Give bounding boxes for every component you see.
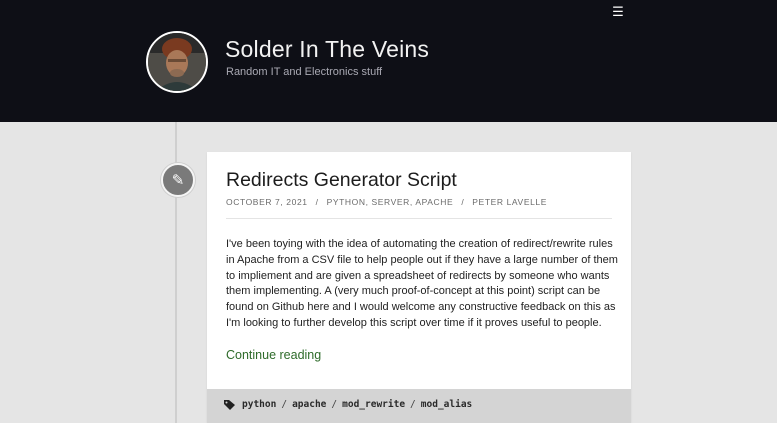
site-header: ☰ Solder In The Veins Random IT and Elec… xyxy=(0,0,777,122)
hamburger-menu-icon[interactable]: ☰ xyxy=(606,3,630,23)
post-excerpt: I've been toying with the idea of automa… xyxy=(226,238,618,329)
post-title[interactable]: Redirects Generator Script xyxy=(226,169,457,192)
site-tagline: Random IT and Electronics stuff xyxy=(226,66,383,78)
post-author[interactable]: PETER LAVELLE xyxy=(472,197,547,207)
tag-separator: / xyxy=(281,399,288,410)
tags-icon xyxy=(224,400,235,410)
tag-python[interactable]: python xyxy=(242,399,276,410)
tag-mod-alias[interactable]: mod_alias xyxy=(421,399,472,410)
meta-separator: / xyxy=(461,197,465,207)
post-meta: OCTOBER 7, 2021 / PYTHON, SERVER, APACHE / P… xyxy=(226,197,547,207)
post-categories[interactable]: PYTHON, SERVER, APACHE xyxy=(327,197,454,207)
tag-mod-rewrite[interactable]: mod_rewrite xyxy=(342,399,405,410)
pencil-icon: ✎ xyxy=(161,163,195,197)
meta-separator: / xyxy=(315,197,319,207)
tag-separator: / xyxy=(410,399,416,410)
post-card: Redirects Generator Script OCTOBER 7, 20… xyxy=(207,152,631,423)
post-date[interactable]: OCTOBER 7, 2021 xyxy=(226,197,308,207)
divider xyxy=(226,218,612,219)
post-tags-footer: python / apache / mod_rewrite / mod_alias xyxy=(207,389,631,423)
site-title[interactable]: Solder In The Veins xyxy=(225,36,429,63)
tag-apache[interactable]: apache xyxy=(292,399,326,410)
avatar[interactable] xyxy=(146,31,208,93)
tags-list: python / apache / mod_rewrite / mod_alias xyxy=(242,399,472,410)
continue-reading-link[interactable]: Continue reading xyxy=(226,348,321,362)
tag-separator: / xyxy=(331,399,338,410)
